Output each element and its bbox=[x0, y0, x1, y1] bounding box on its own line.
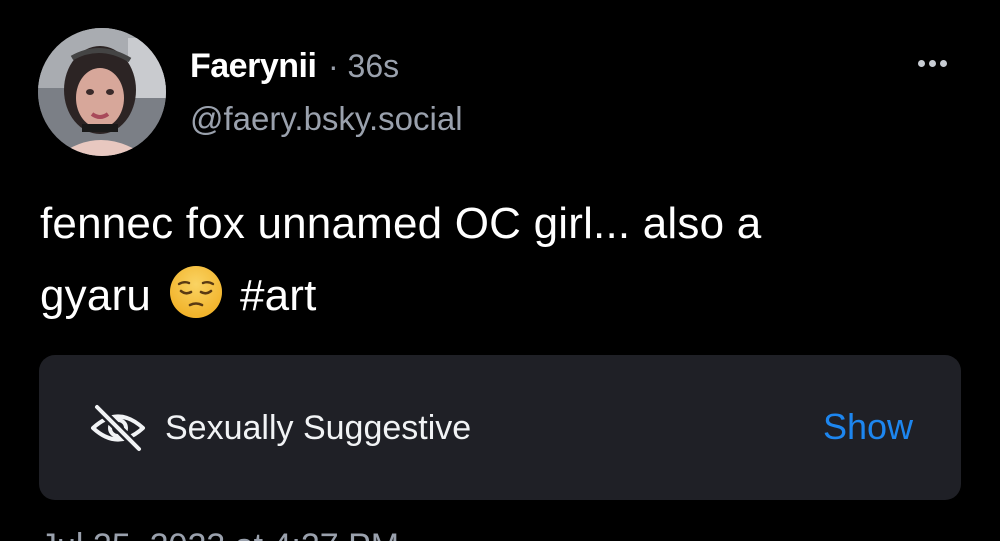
post-body: fennec fox unnamed OC girl... also a gya… bbox=[40, 188, 940, 332]
more-options-button[interactable] bbox=[912, 46, 952, 80]
eye-slash-icon bbox=[91, 403, 145, 453]
author-handle[interactable]: @faery.bsky.social bbox=[190, 98, 463, 140]
post-text-line-1: fennec fox unnamed OC girl... also a bbox=[40, 199, 762, 248]
post-container: Faerynii · 36s @faery.bsky.social fennec… bbox=[0, 0, 1000, 541]
hashtag-link[interactable]: #art bbox=[240, 271, 317, 320]
show-content-button[interactable]: Show bbox=[823, 405, 913, 449]
pensive-face-emoji-icon bbox=[169, 266, 222, 318]
post-relative-time[interactable]: · 36s bbox=[328, 46, 399, 86]
author-display-name[interactable]: Faerynii bbox=[190, 46, 317, 86]
content-warning-label: Sexually Suggestive bbox=[165, 409, 472, 447]
post-text-line-2: gyaru #art bbox=[40, 260, 940, 332]
more-horizontal-icon-dot bbox=[928, 59, 936, 67]
author-avatar[interactable] bbox=[38, 28, 166, 156]
content-warning-card[interactable]: Sexually Suggestive Show bbox=[39, 355, 961, 500]
relative-time-value: 36s bbox=[347, 48, 400, 84]
post-timestamp: Jul 25, 2023 at 4:27 PM bbox=[40, 526, 399, 541]
post-text-gyaru: gyaru bbox=[40, 271, 152, 320]
avatar-image bbox=[38, 28, 166, 156]
more-horizontal-icon-dot bbox=[939, 59, 947, 67]
more-horizontal-icon bbox=[917, 59, 925, 67]
time-separator: · bbox=[328, 48, 339, 84]
